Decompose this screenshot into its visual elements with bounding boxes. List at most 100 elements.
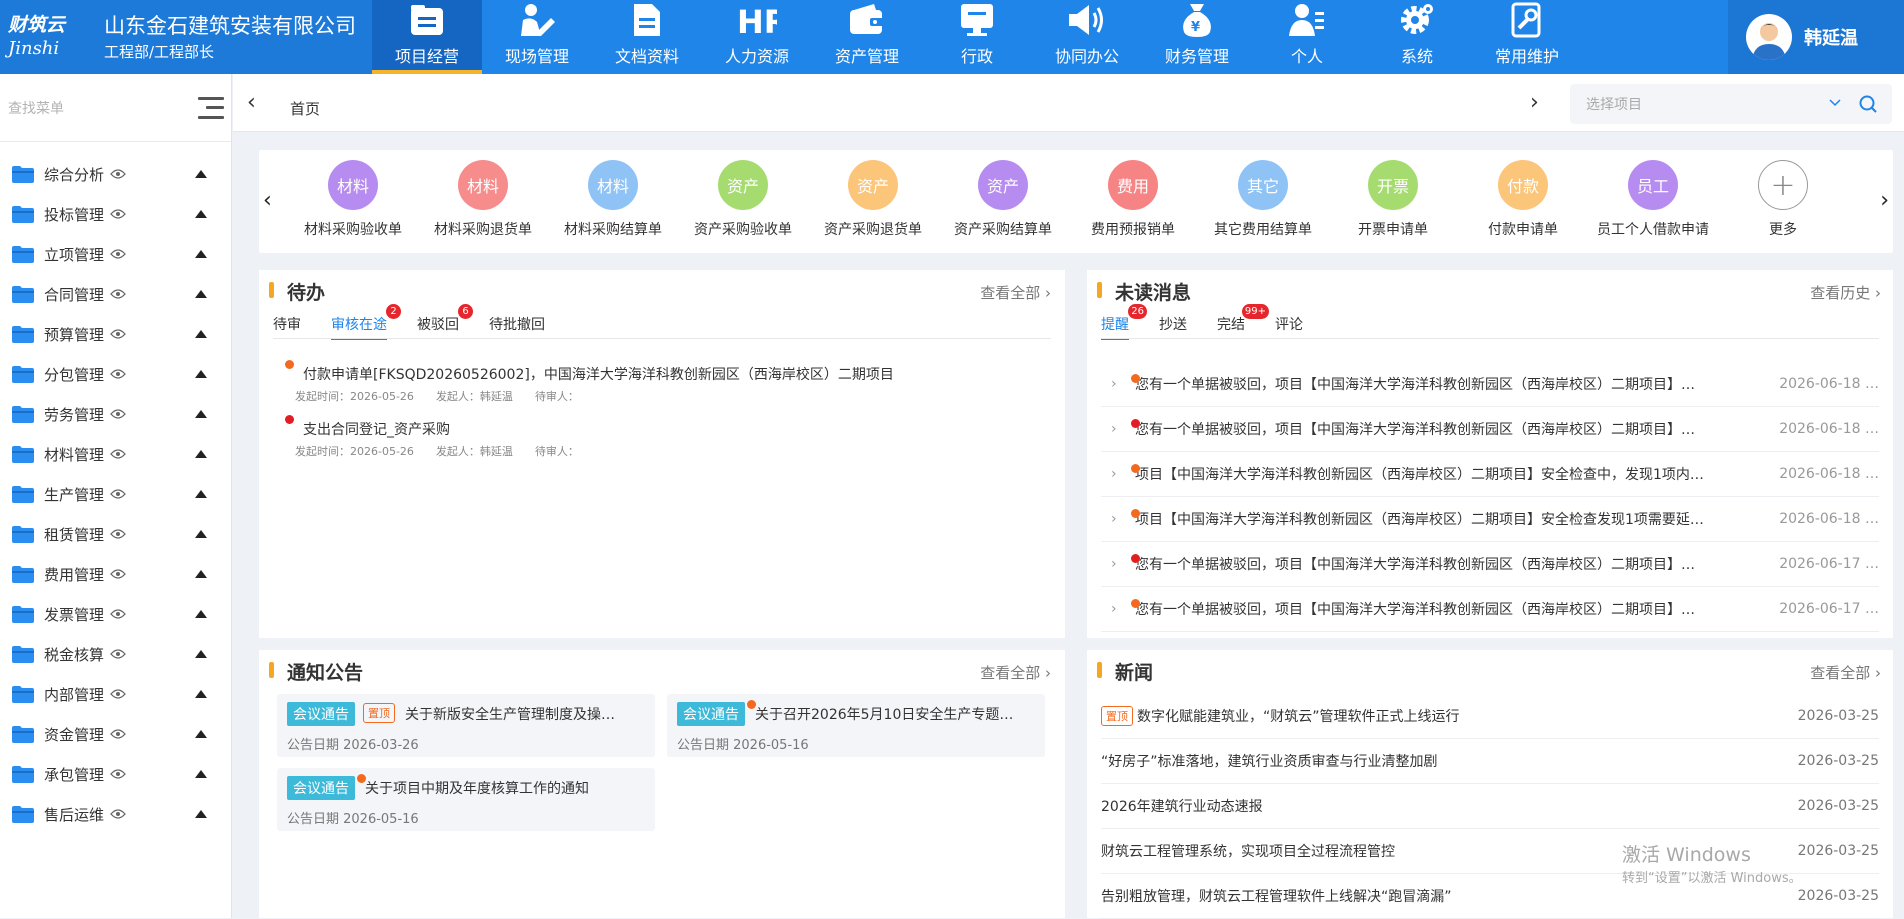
eye-icon[interactable]	[110, 328, 126, 340]
eye-icon[interactable]	[110, 808, 126, 820]
tab-in-review[interactable]: 审核在途 2	[331, 304, 401, 340]
sidebar-item[interactable]: 生产管理	[0, 474, 231, 514]
news-view-all-link[interactable]: 查看全部 ›	[1810, 662, 1881, 683]
todo-item[interactable]: 付款申请单[FKSQD20260526002]，中国海洋大学海洋科教创新园区（西…	[285, 360, 894, 404]
nav-administration[interactable]: 行政	[922, 0, 1032, 74]
quick-next-icon[interactable]: ›	[1880, 188, 1889, 213]
message-row[interactable]: › 您有一个单据被驳回，项目【中国海洋大学海洋科教创新园区（西海岸校区）二期项目】…	[1101, 407, 1879, 452]
message-row[interactable]: › 您有一个单据被驳回，项目【中国海洋大学海洋科教创新园区（西海岸校区）二期项目】…	[1101, 542, 1879, 587]
quick-action[interactable]: 资产 资产采购退货单	[808, 160, 938, 239]
message-row[interactable]: › 您有一个单据被驳回，项目【中国海洋大学海洋科教创新园区（西海岸校区）二期项目】…	[1101, 362, 1879, 407]
quick-action[interactable]: 员工 员工个人借款申请	[1588, 160, 1718, 239]
collapse-menu-icon[interactable]	[198, 96, 224, 119]
eye-icon[interactable]	[110, 488, 126, 500]
tab-comments[interactable]: 评论	[1275, 314, 1303, 340]
quick-prev-icon[interactable]: ‹	[263, 188, 272, 213]
tab-withdraw[interactable]: 待批撤回	[489, 314, 545, 340]
quick-action[interactable]: 费用 费用预报销单	[1068, 160, 1198, 239]
eye-icon[interactable]	[110, 608, 126, 620]
sidebar-item[interactable]: 资金管理	[0, 714, 231, 754]
eye-icon[interactable]	[110, 288, 126, 300]
quick-action[interactable]: + 更多	[1718, 160, 1848, 239]
nav-documents[interactable]: 文档资料	[592, 0, 702, 74]
sidebar-item[interactable]: 发票管理	[0, 594, 231, 634]
tab-home[interactable]: 首页	[290, 98, 320, 119]
quick-action[interactable]: 资产 资产采购验收单	[678, 160, 808, 239]
sidebar-item[interactable]: 费用管理	[0, 554, 231, 594]
collapse-arrow-icon[interactable]	[195, 530, 207, 538]
sidebar-item[interactable]: 立项管理	[0, 234, 231, 274]
tab-cc[interactable]: 抄送	[1159, 314, 1187, 340]
eye-icon[interactable]	[110, 208, 126, 220]
nav-maintenance[interactable]: 常用维护	[1472, 0, 1582, 74]
news-row[interactable]: “好房子”标准落地，建筑行业资质审查与行业清整加剧 2026-03-25	[1101, 739, 1879, 784]
nav-personal[interactable]: 个人	[1252, 0, 1362, 74]
nav-assets[interactable]: 资产管理	[812, 0, 922, 74]
message-row[interactable]: › 项目【中国海洋大学海洋科教创新园区（西海岸校区）二期项目】安全检查中，发现1项…	[1101, 452, 1879, 497]
collapse-arrow-icon[interactable]	[195, 730, 207, 738]
quick-action[interactable]: 材料 材料采购退货单	[418, 160, 548, 239]
tab-pending[interactable]: 待审	[273, 314, 301, 340]
quick-action[interactable]: 开票 开票申请单	[1328, 160, 1458, 239]
scroll-left-icon[interactable]: ‹	[247, 92, 256, 114]
sidebar-item[interactable]: 综合分析	[0, 154, 231, 194]
collapse-arrow-icon[interactable]	[195, 810, 207, 818]
todo-view-all-link[interactable]: 查看全部 ›	[980, 282, 1051, 303]
sidebar-item[interactable]: 劳务管理	[0, 394, 231, 434]
nav-project-business[interactable]: 项目经营	[372, 0, 482, 74]
quick-action[interactable]: 资产 资产采购结算单	[938, 160, 1068, 239]
chevron-right-icon[interactable]: ›	[1111, 511, 1131, 527]
sidebar-item[interactable]: 承包管理	[0, 754, 231, 794]
chevron-right-icon[interactable]: ›	[1111, 466, 1131, 482]
collapse-arrow-icon[interactable]	[195, 330, 207, 338]
sidebar-item[interactable]: 内部管理	[0, 674, 231, 714]
sidebar-item[interactable]: 预算管理	[0, 314, 231, 354]
sidebar-item[interactable]: 合同管理	[0, 274, 231, 314]
quick-action[interactable]: 材料 材料采购验收单	[288, 160, 418, 239]
quick-action[interactable]: 其它 其它费用结算单	[1198, 160, 1328, 239]
nav-system[interactable]: 系统	[1362, 0, 1472, 74]
collapse-arrow-icon[interactable]	[195, 770, 207, 778]
collapse-arrow-icon[interactable]	[195, 490, 207, 498]
collapse-arrow-icon[interactable]	[195, 650, 207, 658]
eye-icon[interactable]	[110, 248, 126, 260]
eye-icon[interactable]	[110, 368, 126, 380]
collapse-arrow-icon[interactable]	[195, 210, 207, 218]
eye-icon[interactable]	[110, 648, 126, 660]
menu-search-input[interactable]: 查找菜单	[6, 89, 176, 127]
eye-icon[interactable]	[110, 728, 126, 740]
todo-item[interactable]: 支出合同登记_资产采购 发起时间：2026-05-26 发起人：韩延温 待审人：	[285, 415, 601, 459]
notice-item[interactable]: 会议通告 置顶 关于新版安全生产管理制度及操… 公告日期 2026-03-26	[277, 694, 655, 757]
chevron-right-icon[interactable]: ›	[1111, 556, 1131, 572]
scroll-right-icon[interactable]: ›	[1530, 92, 1539, 114]
tab-reminders[interactable]: 提醒 26	[1101, 304, 1147, 340]
eye-icon[interactable]	[110, 688, 126, 700]
nav-hr[interactable]: HR 人力资源	[702, 0, 812, 74]
chevron-right-icon[interactable]: ›	[1111, 376, 1131, 392]
collapse-arrow-icon[interactable]	[195, 570, 207, 578]
chevron-right-icon[interactable]: ›	[1111, 421, 1131, 437]
collapse-arrow-icon[interactable]	[195, 250, 207, 258]
quick-action[interactable]: 付款 付款申请单	[1458, 160, 1588, 239]
news-row[interactable]: 置顶 数字化赋能建筑业，“财筑云”管理软件正式上线运行 2026-03-25	[1101, 694, 1879, 739]
nav-collaboration[interactable]: 协同办公	[1032, 0, 1142, 74]
view-history-link[interactable]: 查看历史 ›	[1810, 282, 1881, 303]
notice-item[interactable]: 会议通告 关于召开2026年5月10日安全生产专题… 公告日期 2026-05-…	[667, 694, 1045, 757]
sidebar-item[interactable]: 售后运维	[0, 794, 231, 834]
project-select[interactable]: 选择项目	[1570, 84, 1892, 124]
tab-completed[interactable]: 完结 99+	[1217, 304, 1269, 340]
collapse-arrow-icon[interactable]	[195, 410, 207, 418]
collapse-arrow-icon[interactable]	[195, 610, 207, 618]
nav-finance[interactable]: ¥ 财务管理	[1142, 0, 1252, 74]
message-row[interactable]: › 项目【中国海洋大学海洋科教创新园区（西海岸校区）二期项目】安全检查发现1项需要…	[1101, 497, 1879, 542]
chevron-right-icon[interactable]: ›	[1111, 601, 1131, 617]
sidebar-item[interactable]: 租赁管理	[0, 514, 231, 554]
search-icon[interactable]	[1858, 94, 1878, 114]
eye-icon[interactable]	[110, 168, 126, 180]
collapse-arrow-icon[interactable]	[195, 450, 207, 458]
collapse-arrow-icon[interactable]	[195, 290, 207, 298]
quick-action[interactable]: 材料 材料采购结算单	[548, 160, 678, 239]
sidebar-item[interactable]: 材料管理	[0, 434, 231, 474]
collapse-arrow-icon[interactable]	[195, 690, 207, 698]
news-row[interactable]: 2026年建筑行业动态速报 2026-03-25	[1101, 784, 1879, 829]
